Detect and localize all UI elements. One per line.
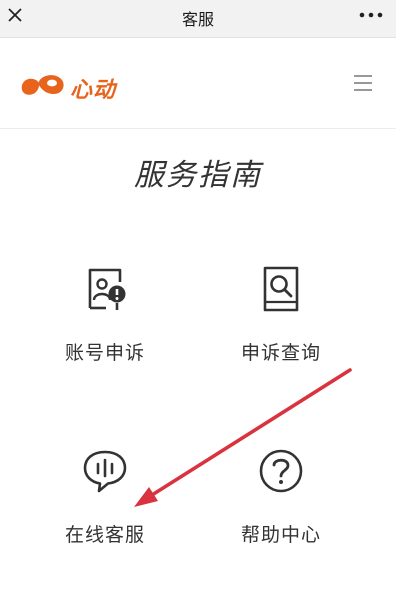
help-question-icon: [259, 449, 303, 493]
service-help-center[interactable]: 帮助中心: [206, 446, 356, 556]
service-online-chat[interactable]: 在线客服: [30, 446, 180, 556]
hamburger-menu-icon[interactable]: [352, 72, 374, 94]
more-icon[interactable]: [358, 8, 384, 22]
service-appeal-search[interactable]: 申诉查询: [206, 264, 356, 374]
service-label: 在线客服: [64, 524, 145, 546]
service-label: 账号申诉: [64, 342, 145, 364]
appeal-search-icon: [263, 266, 299, 312]
site-header: 心动: [0, 38, 396, 129]
window-title: 客服: [181, 10, 214, 29]
account-appeal-icon: [88, 268, 126, 310]
online-chat-icon: [83, 450, 127, 493]
service-label: 帮助中心: [240, 524, 321, 546]
page-title: 服务指南: [134, 158, 262, 193]
service-label: 申诉查询: [240, 342, 321, 364]
wechat-top-bar: 客服: [0, 0, 396, 38]
service-account-appeal[interactable]: 账号申诉: [30, 264, 180, 374]
brand-logo-text: 心动: [70, 78, 117, 103]
